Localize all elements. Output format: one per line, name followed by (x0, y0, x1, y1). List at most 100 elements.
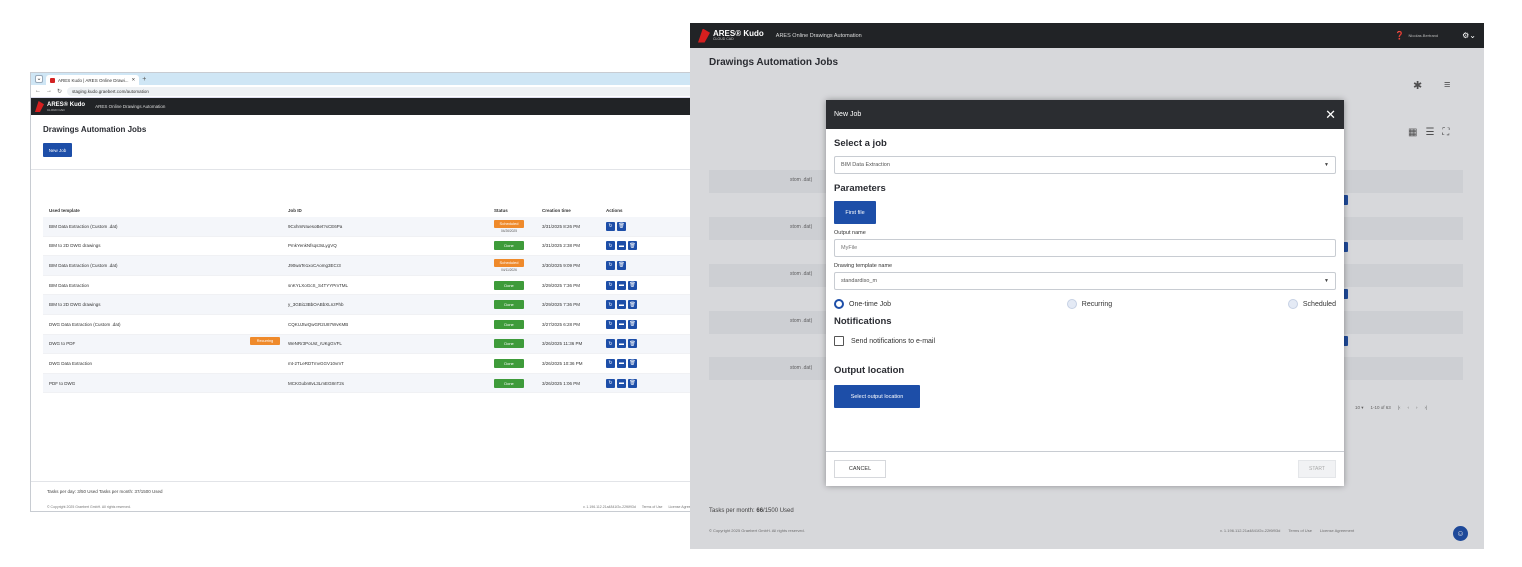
rerun-icon[interactable]: ↻ (606, 358, 615, 368)
delete-icon[interactable]: 🗑 (628, 280, 637, 290)
first-file-button[interactable]: First file (834, 201, 876, 224)
url-field[interactable]: staging.kudo.graebert.com/automation (67, 86, 708, 96)
delete-icon[interactable]: 🗑 (628, 319, 637, 329)
scheduled-date: 04/26/2025 (501, 228, 517, 233)
column-header[interactable]: Status (494, 208, 540, 213)
view-icon[interactable]: ▬ (617, 358, 626, 368)
template-cell: DWG to PDF Recurring (43, 337, 286, 346)
back-icon[interactable]: ← (35, 88, 41, 94)
template-text: BIM Data Extraction (Custom .dat) (49, 223, 118, 229)
chevron-down-icon: ▼ (1324, 162, 1329, 168)
job-type-select[interactable]: BIM Data Extraction ▼ (834, 156, 1336, 174)
table-row[interactable]: BIM Data Extraction snKYLXoGcS_S4TYYPmTML… (43, 276, 775, 296)
creation-time-cell: 3/31/2025 2:38 PM (542, 243, 581, 249)
creation-time-cell: 3/26/2025 10:36 PM (542, 360, 583, 366)
delete-icon[interactable]: 🗑 (628, 378, 637, 388)
status-cell: Scheduled 04/11/2026 (494, 258, 540, 272)
delete-icon[interactable]: 🗑 (617, 260, 626, 270)
close-icon[interactable]: ✕ (1325, 107, 1336, 123)
table-row[interactable]: PDF to DWG MCKGubn8vL3LmEG8nT2s Done 3/26/2… (43, 373, 775, 394)
notifications-heading: Notifications (834, 316, 892, 327)
browser-tab[interactable]: ARES Kudo | ARES Online Drawi... ✕ (46, 75, 140, 85)
reload-icon[interactable]: ↻ (57, 88, 62, 95)
view-icon[interactable]: ▬ (617, 280, 626, 290)
table-row[interactable]: DWG Data Extraction mt-2TLeRDTmvGGV10vmT D… (43, 354, 775, 374)
job-id-cell: y_3GBi13BbOABbXLnzPhb (288, 302, 344, 308)
radio-unselected-icon (1066, 299, 1077, 309)
status-cell: Scheduled 04/26/2025 (494, 219, 540, 233)
view-icon[interactable]: ▬ (617, 319, 626, 329)
logo-text: ARES® Kudo (713, 28, 764, 38)
delete-icon[interactable]: 🗑 (628, 358, 637, 368)
creation-time-cell: 3/30/2025 9:09 PM (542, 262, 581, 268)
terms-link[interactable]: Terms of Use (642, 505, 663, 509)
ares-kudo-logo[interactable]: ARES® Kudo CLOUD CAD (35, 101, 85, 112)
job-id-cell: mt-2TLeRDTmvGGV10vmT (288, 360, 344, 366)
scheduled-date: 04/11/2026 (501, 267, 517, 272)
delete-icon[interactable]: 🗑 (617, 221, 626, 231)
column-header[interactable]: Used template (43, 208, 286, 213)
table-row[interactable]: DWG Data Extraction (Custom .dat) CQKUJtw… (43, 315, 775, 335)
column-header[interactable]: Creation time (540, 208, 606, 213)
view-icon[interactable]: ▬ (617, 378, 626, 388)
notify-checkbox[interactable]: Send notifications to e-mail (834, 336, 1336, 346)
user-menu-icon[interactable]: ⚙⌄ (1462, 31, 1476, 40)
table-row[interactable]: BIM to 2D DWG drawings y_3GBi13BbOABbXLnz… (43, 295, 775, 315)
table-row[interactable]: DWG to PDF Recurring WeNRr3PoUst_rUKgGVFL D… (43, 334, 775, 355)
column-header[interactable]: Actions (606, 208, 623, 213)
delete-icon[interactable]: 🗑 (628, 300, 637, 310)
template-select[interactable]: standardiso_m ▼ (834, 272, 1336, 290)
new-tab-icon[interactable]: + (142, 76, 146, 83)
radio-selected-icon (834, 299, 844, 309)
status-cell: Done (494, 241, 540, 251)
view-icon[interactable]: ▬ (617, 339, 626, 349)
help-icon[interactable]: ❓ Nicolas.Bertrand (1395, 31, 1439, 40)
status-cell: Done (494, 378, 540, 388)
delete-icon[interactable]: 🗑 (628, 241, 637, 251)
tab-search-icon[interactable]: ⌄ (35, 75, 43, 83)
rerun-icon[interactable]: ↻ (606, 280, 615, 290)
actions-cell: ↻ ▬ 🗑 (606, 300, 637, 310)
table-row[interactable]: BIM to 2D DWG drawings PmkYenkNfsqs3sLygV… (43, 237, 775, 257)
forward-icon[interactable]: → (46, 88, 52, 94)
cancel-button[interactable]: CANCEL (834, 460, 886, 478)
rerun-icon[interactable]: ↻ (606, 241, 615, 251)
radio-recurring[interactable]: Recurring (1066, 299, 1112, 309)
app-title: ARES Online Drawings Automation (95, 104, 166, 109)
rerun-icon[interactable]: ↻ (606, 221, 615, 231)
new-job-button[interactable]: New Job (43, 143, 72, 157)
notify-label: Send notifications to e-mail (851, 337, 936, 345)
ares-kudo-logo[interactable]: ARES® Kudo CLOUD CAD (698, 28, 764, 43)
job-id-cell: snKYLXoGcS_S4TYYPmTML (288, 282, 349, 288)
job-id-cell: PmkYenkNfsqs3sLygVQ (288, 243, 337, 249)
creation-time-cell: 3/26/2025 1:06 PM (542, 380, 581, 386)
tab-close-icon[interactable]: ✕ (131, 77, 135, 83)
output-name-field[interactable]: MyFile (834, 239, 1336, 257)
creation-time-cell: 3/27/2025 6:28 PM (542, 321, 581, 327)
template-value: standardiso_m (841, 278, 878, 284)
start-button[interactable]: START (1298, 460, 1336, 478)
output-location-heading: Output location (834, 365, 905, 376)
footer-links: v. 1.196.112.21a4841f2c-22f6f93d Terms o… (583, 505, 698, 509)
table-row[interactable]: BIM Data Extraction (Custom .dat) J90waTe… (43, 256, 775, 276)
radio-scheduled[interactable]: Scheduled (1287, 299, 1336, 309)
view-icon[interactable]: ▬ (617, 300, 626, 310)
table-row[interactable]: BIM Data Extraction (Custom .dat) 9CxhmNI… (43, 217, 775, 237)
app-title: ARES Online Drawings Automation (775, 32, 862, 39)
job-id-cell: MCKGubn8vL3LmEG8nT2s (288, 380, 345, 386)
rerun-icon[interactable]: ↻ (606, 378, 615, 388)
delete-icon[interactable]: 🗑 (628, 339, 637, 349)
dialog-footer: CANCEL START (826, 451, 1344, 486)
view-icon[interactable]: ▬ (617, 241, 626, 251)
template-text: BIM to 2D DWG drawings (49, 302, 101, 308)
template-cell: BIM to 2D DWG drawings (43, 302, 286, 307)
actions-cell: ↻ ▬ 🗑 (606, 319, 637, 329)
select-output-location-button[interactable]: Select output location (834, 385, 920, 408)
column-header[interactable]: Job ID (286, 208, 494, 213)
rerun-icon[interactable]: ↻ (606, 319, 615, 329)
radio-one-time[interactable]: One-time Job (834, 299, 891, 309)
rerun-icon[interactable]: ↻ (606, 300, 615, 310)
rerun-icon[interactable]: ↻ (606, 339, 615, 349)
template-text: DWG Data Extraction (Custom .dat) (49, 321, 121, 327)
rerun-icon[interactable]: ↻ (606, 260, 615, 270)
